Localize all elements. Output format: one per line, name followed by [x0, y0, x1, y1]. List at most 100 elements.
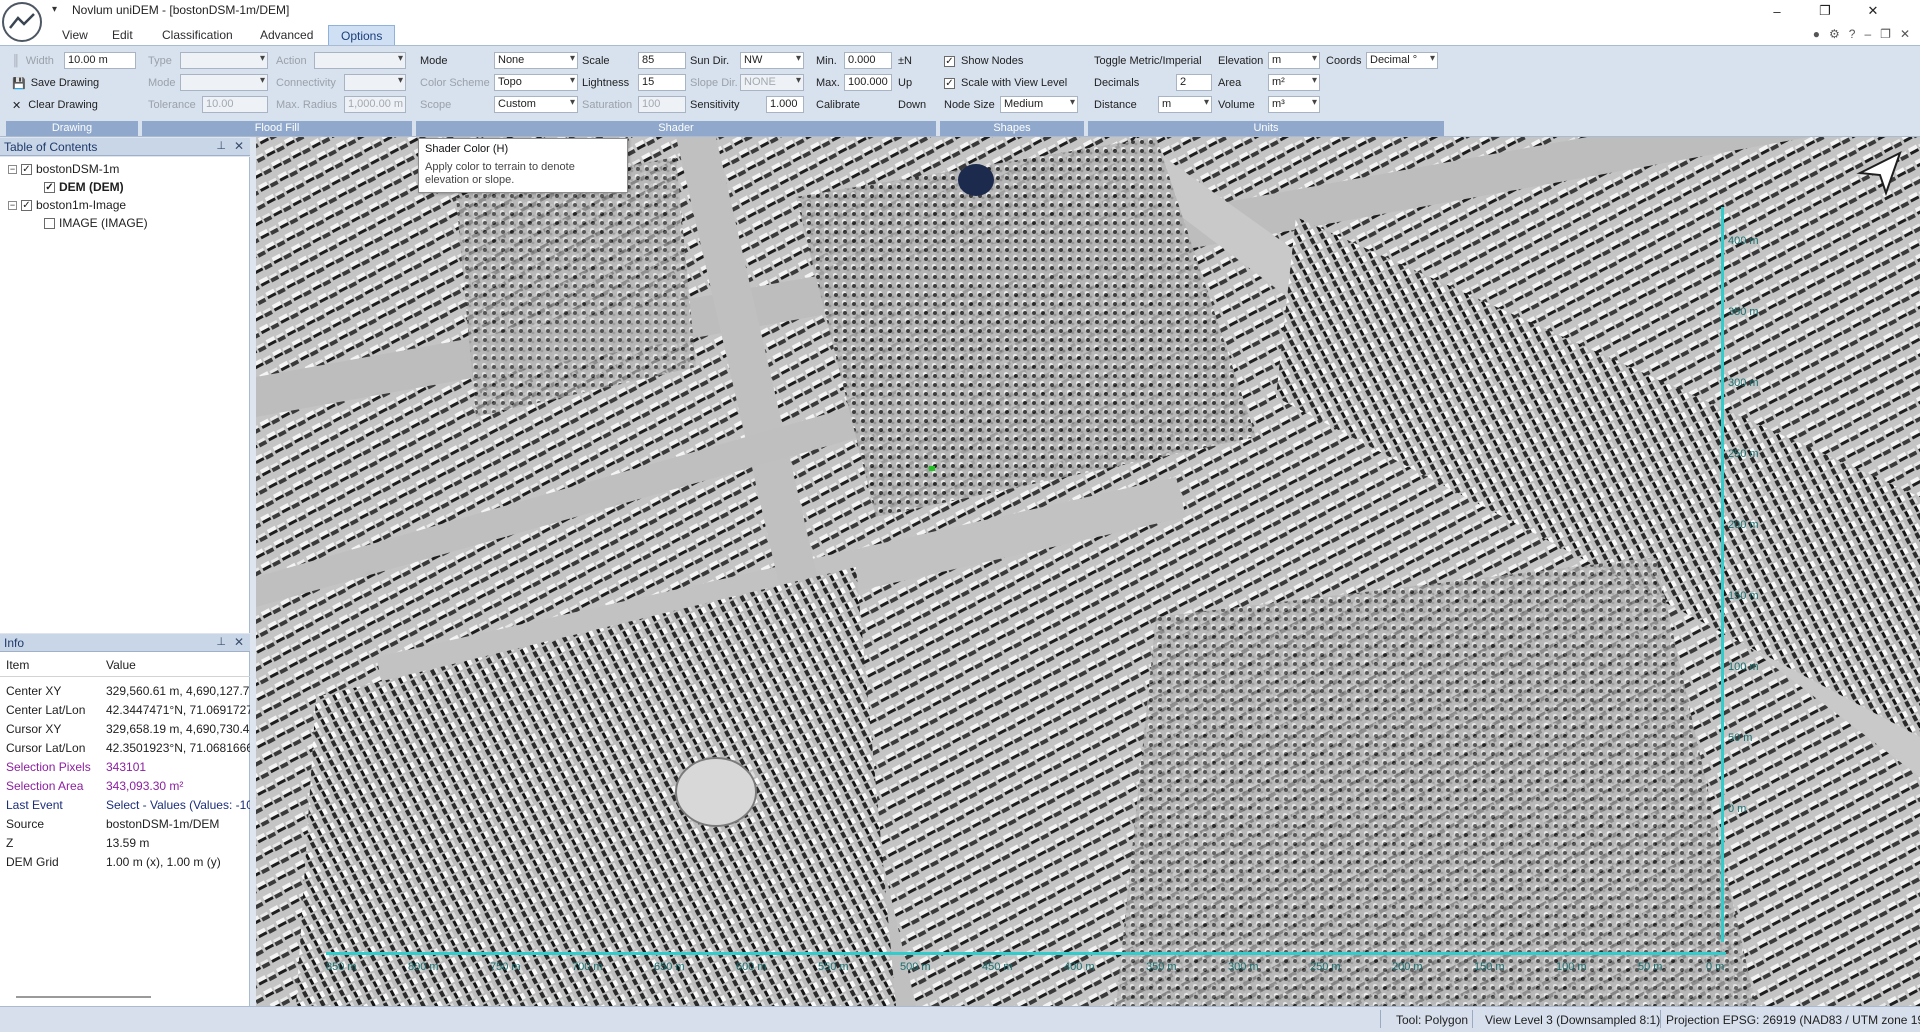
info-row: Center XY 329,560.61 m, 4,690,127.78 m [0, 684, 250, 702]
info-value: 42.3447471°N, 71.0691727°W [106, 703, 250, 717]
pin-icon[interactable]: ⊥ [216, 635, 226, 648]
scale-with-view-checkbox[interactable]: ✓ Scale with View Level [944, 74, 1067, 92]
restore-button[interactable]: ❐ [1802, 0, 1848, 22]
info-key: Source [6, 817, 45, 831]
h-scale-label: 850 m [326, 961, 357, 973]
h-scale-label: 500 m [900, 961, 931, 973]
shader-group: Mode None Color Scheme Topo Scope Custom… [416, 50, 936, 136]
tolerance-input[interactable]: 10.00 [202, 96, 268, 113]
color-scheme-select[interactable]: Topo [494, 74, 578, 91]
status-divider [1472, 1010, 1473, 1028]
collapse-icon[interactable]: − [8, 200, 17, 210]
save-drawing-button[interactable]: 💾 Save Drawing [12, 74, 99, 92]
slope-dir-select[interactable]: NONE [740, 74, 804, 91]
sun-dir-select[interactable]: NW [740, 52, 804, 69]
help-icon[interactable]: ? [1849, 27, 1856, 41]
shader-color-tooltip: Shader Color (H) Apply color to terrain … [418, 138, 628, 193]
slope-dir-label: Slope Dir. [690, 77, 738, 89]
info-key: Last Event [6, 798, 63, 812]
tab-options[interactable]: Options [328, 25, 396, 45]
coords-select[interactable]: Decimal ° [1366, 52, 1438, 69]
mdi-minimize-icon[interactable]: – [1864, 27, 1871, 41]
h-scale-label: 800 m [408, 961, 439, 973]
flood-mode-select[interactable] [180, 74, 268, 91]
close-button[interactable]: ✕ [1850, 0, 1896, 22]
distance-select[interactable]: m [1158, 96, 1212, 113]
info-key: Z [6, 836, 14, 850]
toc-item-boston-image[interactable]: − ✓ boston1m-Image [8, 197, 126, 213]
scope-select[interactable]: Custom [494, 96, 578, 113]
min-input[interactable]: 0.000 [844, 52, 892, 69]
node-size-select[interactable]: Medium [1000, 96, 1078, 113]
tab-edit[interactable]: Edit [100, 25, 145, 45]
scale-input[interactable]: 85 [638, 52, 686, 69]
toc-item-bostondsm[interactable]: − ✓ bostonDSM-1m [8, 161, 119, 177]
width-input[interactable]: 10.00 m [64, 52, 136, 69]
layer-checkbox[interactable]: ✓ [44, 181, 55, 193]
tab-advanced[interactable]: Advanced [248, 25, 325, 45]
horizontal-scrollbar[interactable] [16, 996, 151, 998]
minimize-button[interactable]: – [1754, 0, 1800, 22]
v-scale-label: 350 m [1728, 306, 1759, 318]
saturation-input[interactable]: 100 [638, 96, 686, 113]
info-title: Info [4, 636, 25, 650]
volume-select[interactable]: m³ [1268, 96, 1320, 113]
mdi-restore-icon[interactable]: ❐ [1880, 27, 1891, 41]
info-key: Cursor XY [6, 722, 62, 736]
action-select[interactable] [314, 52, 406, 69]
v-scale-label: 400 m [1728, 235, 1759, 247]
connectivity-select[interactable] [344, 74, 406, 91]
quick-access-dropdown-icon[interactable]: ▾ [52, 4, 57, 15]
north-arrow-icon[interactable] [1856, 149, 1904, 197]
toggle-metric-imperial-button[interactable]: Toggle Metric/Imperial [1094, 55, 1202, 67]
max-radius-input[interactable]: 1,000.00 m [344, 96, 406, 113]
info-row: Source bostonDSM-1m/DEM [0, 817, 250, 835]
show-nodes-checkbox[interactable]: ✓ Show Nodes [944, 52, 1023, 70]
lightness-label: Lightness [582, 77, 630, 89]
elevation-label: Elevation [1218, 55, 1264, 67]
h-scale-label: 200 m [1392, 961, 1423, 973]
scale-with-view-label: Scale with View Level [961, 77, 1068, 89]
h-scale-label: 400 m [1064, 961, 1095, 973]
decimals-input[interactable]: 2 [1176, 74, 1212, 91]
map-view[interactable]: 400 m 350 m 300 m 250 m 200 m 150 m 100 … [256, 137, 1920, 1006]
down-button[interactable]: Down [898, 99, 926, 111]
toc-item-dem[interactable]: ✓ DEM (DEM) [44, 179, 124, 195]
type-label: Type [148, 55, 172, 67]
close-icon[interactable]: ✕ [234, 635, 244, 649]
style-icon[interactable]: ● [1813, 27, 1820, 41]
type-select[interactable] [180, 52, 268, 69]
tab-classification[interactable]: Classification [150, 25, 245, 45]
calibrate-button[interactable]: Calibrate [816, 99, 860, 111]
info-row: Selection Area 343,093.30 m² [0, 779, 250, 797]
toc-item-image[interactable]: IMAGE (IMAGE) [44, 215, 148, 231]
h-scale-label: 300 m [1228, 961, 1259, 973]
close-icon[interactable]: ✕ [234, 139, 244, 153]
tools-icon[interactable]: ⚙ [1829, 27, 1840, 41]
layer-checkbox[interactable] [44, 217, 55, 229]
lightness-input[interactable]: 15 [638, 74, 686, 91]
h-scale-label: 450 m [982, 961, 1013, 973]
shapes-group-label: Shapes [940, 121, 1084, 136]
v-scale-label: 0 m [1728, 803, 1747, 815]
up-button[interactable]: Up [898, 77, 912, 89]
max-input[interactable]: 100.000 [844, 74, 892, 91]
clear-icon: ✕ [12, 99, 22, 112]
layer-checkbox[interactable]: ✓ [21, 163, 32, 175]
pin-icon[interactable]: ⊥ [216, 139, 226, 152]
layer-checkbox[interactable]: ✓ [21, 199, 32, 211]
elevation-select[interactable]: m [1268, 52, 1320, 69]
shader-mode-select[interactable]: None [494, 52, 578, 69]
collapse-icon[interactable]: − [8, 164, 17, 174]
app-logo-icon[interactable] [2, 2, 42, 42]
toc-item-label: boston1m-Image [36, 198, 127, 212]
plus-minus-n-button[interactable]: ±N [898, 55, 912, 67]
sensitivity-input[interactable]: 1.000 [766, 96, 804, 113]
info-key: Selection Area [6, 779, 84, 793]
area-select[interactable]: m² [1268, 74, 1320, 91]
clear-drawing-button[interactable]: ✕ Clear Drawing [12, 96, 98, 114]
coords-label: Coords [1326, 55, 1362, 67]
tab-view[interactable]: View [50, 25, 100, 45]
decimals-label: Decimals [1094, 77, 1140, 89]
mdi-close-icon[interactable]: ✕ [1900, 27, 1910, 41]
